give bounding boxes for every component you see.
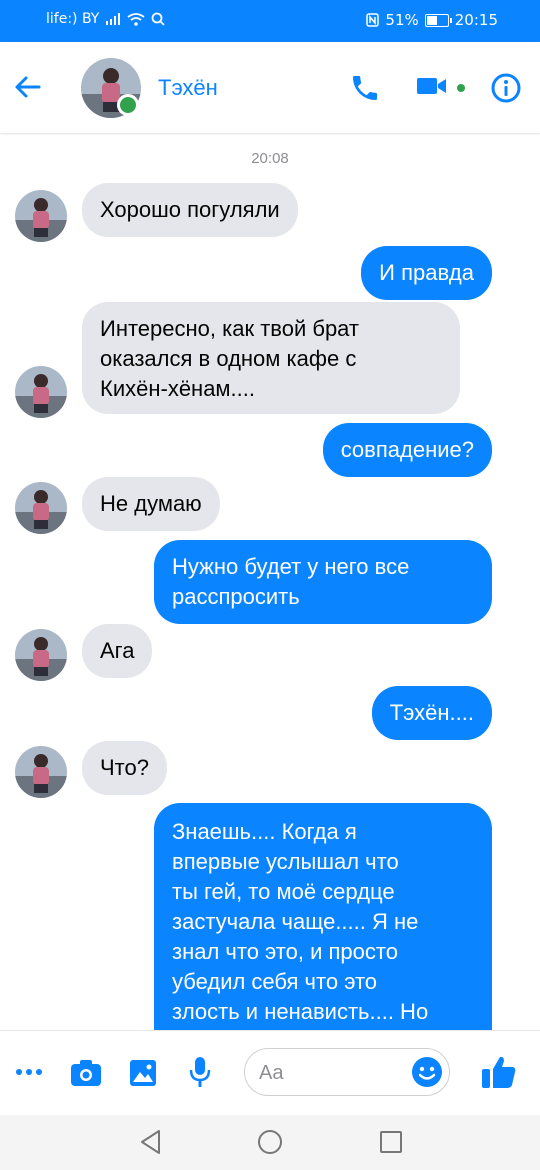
- message-outgoing[interactable]: совпадение?: [322, 423, 492, 477]
- message-line: ты гей, то моё сердце: [172, 879, 395, 904]
- nav-home-icon[interactable]: [257, 1129, 283, 1155]
- info-icon[interactable]: [490, 72, 522, 104]
- nav-recents-icon[interactable]: [379, 1130, 403, 1154]
- online-indicator: [117, 94, 139, 116]
- message-outgoing[interactable]: Знаешь.... Когда я впервые услышал что т…: [154, 803, 492, 1030]
- message-incoming[interactable]: Не думаю: [82, 477, 220, 531]
- avatar[interactable]: [15, 190, 67, 242]
- search-icon: [151, 12, 165, 26]
- message-text: Тэхён....: [389, 700, 474, 725]
- message-text: И правда: [379, 260, 474, 285]
- message-text: Не думаю: [100, 491, 202, 516]
- video-camera-icon[interactable]: [416, 74, 448, 98]
- signal-icon: [106, 13, 121, 25]
- status-bar: life:) BY 51% 20:15: [0, 0, 540, 42]
- message-line: Кихён-хёнам....: [100, 376, 256, 401]
- phone-icon[interactable]: [349, 72, 381, 104]
- back-arrow-icon[interactable]: [12, 72, 42, 102]
- nav-back-icon[interactable]: [139, 1129, 161, 1155]
- chat-header: Тэхён: [0, 42, 540, 133]
- avatar[interactable]: [15, 482, 67, 534]
- message-incoming[interactable]: Хорошо погуляли: [82, 183, 298, 237]
- message-outgoing[interactable]: Нужно будет у него все расспросить: [154, 540, 492, 624]
- message-line: Знаешь.... Когда я: [172, 819, 357, 844]
- battery-icon: [424, 13, 452, 27]
- avatar[interactable]: [15, 366, 67, 418]
- battery-percent: 51%: [385, 11, 419, 29]
- more-icon[interactable]: [15, 1067, 43, 1077]
- message-line: застучала чаще..... Я не: [172, 909, 419, 934]
- message-outgoing[interactable]: И правда: [361, 246, 492, 300]
- message-line: Нужно будет у него все: [172, 554, 410, 579]
- message-line: убедил себя что это: [172, 969, 378, 994]
- message-line: знал что это, и просто: [172, 939, 398, 964]
- message-text: Ага: [100, 638, 135, 663]
- microphone-icon[interactable]: [189, 1056, 211, 1088]
- clock: 20:15: [454, 11, 498, 29]
- video-online-dot: [457, 84, 465, 92]
- message-input-field[interactable]: [244, 1048, 450, 1096]
- gallery-icon[interactable]: [129, 1059, 157, 1087]
- message-line: злость и ненависть.... Но: [172, 999, 429, 1024]
- contact-name[interactable]: Тэхён: [158, 75, 218, 101]
- message-outgoing[interactable]: Тэхён....: [371, 686, 492, 740]
- message-incoming[interactable]: Ага: [82, 624, 153, 678]
- nfc-icon: [366, 13, 380, 27]
- message-line: расспросить: [172, 584, 300, 609]
- message-input[interactable]: [257, 1059, 411, 1087]
- camera-icon[interactable]: [70, 1059, 102, 1087]
- message-incoming[interactable]: Что?: [82, 741, 167, 795]
- message-composer: [0, 1030, 540, 1116]
- carrier-label: life:) BY: [46, 11, 100, 27]
- avatar[interactable]: [15, 629, 67, 681]
- message-text: Что?: [100, 755, 149, 780]
- system-navigation-bar: [0, 1115, 540, 1170]
- conversation-timestamp: 20:08: [251, 150, 289, 167]
- message-line: оказался в одном кафе с: [100, 346, 357, 371]
- wifi-icon: [127, 12, 145, 26]
- emoji-icon[interactable]: [411, 1056, 443, 1088]
- message-line: Интересно, как твой брат: [100, 316, 360, 341]
- message-line: впервые услышал что: [172, 849, 399, 874]
- message-incoming[interactable]: Интересно, как твой брат оказался в одно…: [82, 302, 460, 414]
- message-text: совпадение?: [340, 437, 474, 462]
- message-text: Хорошо погуляли: [100, 197, 280, 222]
- thumbs-up-icon[interactable]: [481, 1055, 517, 1089]
- avatar[interactable]: [15, 746, 67, 798]
